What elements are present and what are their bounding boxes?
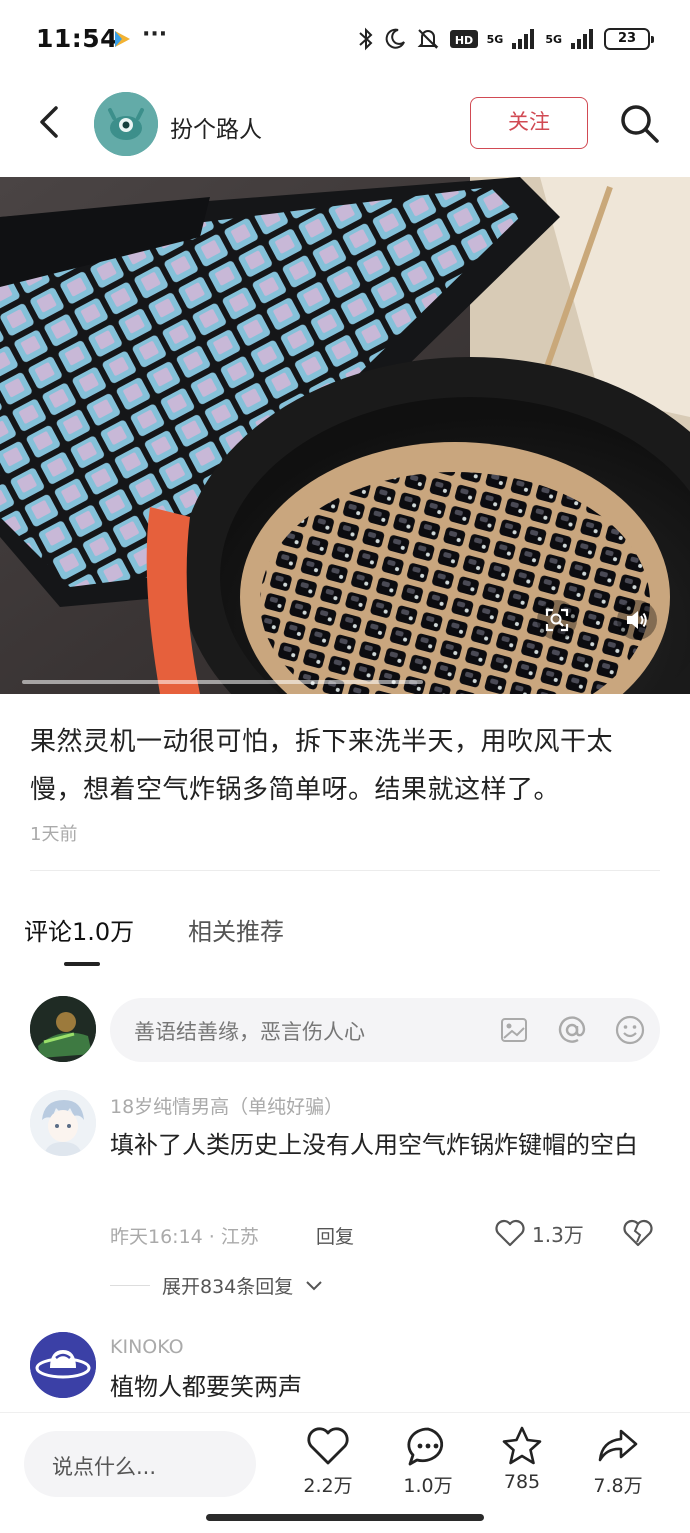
mute-bell-icon	[417, 29, 439, 49]
expand-divider	[110, 1285, 150, 1286]
volume-button[interactable]	[617, 600, 657, 640]
comment-dislike-button[interactable]	[622, 1218, 654, 1248]
comment-button[interactable]: 1.0万	[398, 1425, 458, 1498]
comment-username[interactable]: KINOKO	[110, 1336, 184, 1358]
scan-icon	[545, 608, 569, 632]
favorite-count: 785	[503, 1471, 541, 1493]
comment-avatar[interactable]	[30, 1332, 96, 1398]
video-app-icon	[115, 31, 130, 47]
battery-indicator: 23	[604, 28, 654, 50]
bottom-comment-input[interactable]: 说点什么...	[24, 1431, 256, 1497]
search-button[interactable]	[616, 100, 662, 146]
comment-like-button[interactable]: 1.3万	[494, 1218, 584, 1248]
mention-icon[interactable]	[556, 1014, 588, 1046]
comment-text: 填补了人类历史上没有人用空气炸锅炸键帽的空白	[110, 1131, 638, 1159]
svg-text:HD: HD	[454, 34, 472, 47]
emoji-icon[interactable]	[614, 1014, 646, 1046]
post-header: 扮个路人 关注	[0, 80, 690, 174]
comment-input[interactable]: 善语结善缘，恶言伤人心	[110, 998, 660, 1062]
favorite-button[interactable]: 785	[492, 1425, 552, 1493]
moon-icon	[385, 28, 405, 49]
network-label-1: 5G	[486, 32, 504, 46]
reply-button[interactable]: 回复	[316, 1222, 354, 1249]
image-search-button[interactable]	[537, 600, 577, 640]
comment-bubble-icon	[407, 1427, 444, 1466]
share-count: 7.8万	[593, 1475, 643, 1497]
bluetooth-icon	[358, 27, 373, 51]
chevron-down-icon	[306, 1280, 322, 1290]
speaker-icon	[627, 611, 647, 629]
post-time: 1天前	[30, 824, 78, 845]
bottom-input-placeholder: 说点什么...	[52, 1455, 157, 1479]
chevron-left-icon	[40, 106, 58, 138]
tab-indicator	[64, 962, 100, 966]
like-count: 2.2万	[303, 1475, 353, 1497]
expand-replies-button[interactable]: 展开834条回复	[110, 1272, 323, 1299]
signal-icon	[512, 29, 535, 49]
signal-icon	[571, 29, 593, 49]
comment-username[interactable]: 18岁纯情男高（单纯好骗）	[110, 1092, 343, 1119]
author-avatar[interactable]	[94, 92, 158, 156]
author-name[interactable]: 扮个路人	[170, 110, 262, 144]
media-progress-bar[interactable]	[22, 680, 423, 684]
comment-avatar[interactable]	[30, 1090, 96, 1156]
monster-avatar-icon	[94, 92, 158, 156]
comment-count: 1.0万	[403, 1475, 453, 1497]
broken-heart-icon	[623, 1219, 653, 1247]
comment-input-placeholder: 善语结善缘，恶言伤人心	[134, 1020, 365, 1044]
anime-avatar-icon	[30, 1090, 96, 1156]
comment-meta: 昨天16:14 · 江苏	[110, 1226, 259, 1248]
home-indicator[interactable]	[206, 1514, 484, 1521]
network-label-2: 5G	[545, 32, 562, 46]
back-button[interactable]	[28, 100, 72, 144]
post-media[interactable]	[0, 177, 690, 694]
heart-icon	[307, 1427, 349, 1465]
share-arrow-icon	[598, 1429, 638, 1462]
status-bar: 11:54 ··· HD 5G 5G 23	[0, 0, 690, 80]
notification-more-icon: ···	[142, 22, 168, 47]
status-time: 11:54	[36, 24, 119, 53]
image-icon[interactable]	[498, 1014, 530, 1046]
game-character-avatar-icon	[30, 996, 96, 1062]
heart-icon	[495, 1219, 525, 1247]
tab-related[interactable]: 相关推荐	[188, 912, 284, 947]
comment-text: 植物人都要笑两声	[110, 1373, 302, 1401]
search-icon	[621, 105, 659, 143]
follow-button[interactable]: 关注	[470, 97, 588, 149]
status-icons: HD 5G 5G 23	[357, 26, 654, 52]
star-icon	[502, 1426, 542, 1465]
expand-replies-label: 展开834条回复	[162, 1276, 294, 1298]
keyboard-airfryer-photo	[0, 177, 690, 694]
divider	[30, 870, 660, 871]
share-button[interactable]: 7.8万	[588, 1425, 648, 1498]
comment-like-count: 1.3万	[532, 1222, 584, 1247]
like-button[interactable]: 2.2万	[298, 1425, 358, 1498]
post-caption: 果然灵机一动很可怕，拆下来洗半天，用吹风干太慢，想着空气炸锅多简单呀。结果就这样…	[30, 727, 614, 805]
my-avatar[interactable]	[30, 996, 96, 1062]
planet-logo-avatar-icon	[30, 1332, 96, 1398]
tab-comments[interactable]: 评论1.0万	[24, 912, 134, 947]
hd-icon: HD	[449, 30, 478, 48]
